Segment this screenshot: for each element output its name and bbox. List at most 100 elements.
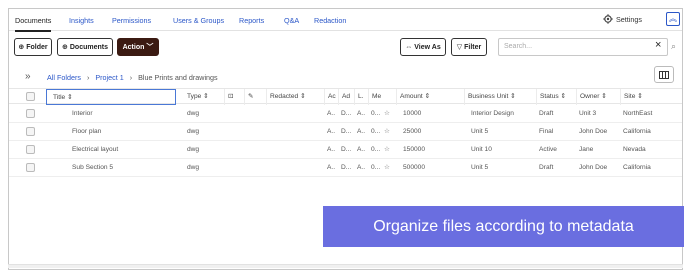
- search-icon[interactable]: ⌕: [671, 41, 676, 52]
- star-icon[interactable]: ☆: [381, 105, 395, 123]
- settings-button[interactable]: Settings: [603, 14, 642, 24]
- tab-permissions[interactable]: Permissions: [112, 16, 151, 25]
- column-me[interactable]: Me: [368, 89, 396, 105]
- add-documents-button[interactable]: ⊕ Documents: [57, 38, 113, 56]
- cell-type: dwg: [187, 110, 200, 117]
- cell-type: dwg: [187, 164, 200, 171]
- add-folder-button[interactable]: ⊕ Folder: [14, 38, 52, 56]
- search-input[interactable]: Search...: [498, 38, 668, 56]
- column-redacted[interactable]: Redacted ⇕: [266, 89, 324, 105]
- cell-title[interactable]: Interior: [69, 105, 179, 123]
- filter-icon: ▽: [456, 44, 463, 51]
- cell-l: A..: [357, 110, 366, 117]
- cell-ac: A..: [327, 146, 336, 153]
- row-checkbox[interactable]: [26, 109, 35, 118]
- table-row[interactable]: Sub Section 5 dwg A.. D... A.. 0... ☆ 50…: [9, 159, 682, 177]
- tab-users-groups[interactable]: Users & Groups: [173, 16, 224, 25]
- column-owner-label: Owner: [580, 93, 600, 100]
- add-folder-label: Folder: [26, 43, 48, 51]
- cell-status: Active: [539, 146, 557, 153]
- star-icon[interactable]: ☆: [381, 159, 395, 177]
- breadcrumb: All Folders › Project 1 › Blue Prints an…: [47, 73, 218, 82]
- collapse-button[interactable]: ︽: [666, 12, 680, 26]
- column-business-unit[interactable]: Business Unit ⇕: [464, 89, 536, 105]
- tab-reports[interactable]: Reports: [239, 16, 264, 25]
- sort-icon: ⇕: [560, 93, 567, 100]
- feature-banner: Organize files according to metadata: [323, 206, 684, 247]
- horizontal-scrollbar[interactable]: [8, 264, 683, 268]
- tab-documents[interactable]: Documents: [15, 16, 52, 32]
- cell-me: 0...: [371, 128, 381, 135]
- cell-ac: A..: [327, 110, 336, 117]
- columns-icon: [659, 70, 669, 79]
- cell-site: NorthEast: [623, 110, 653, 117]
- table-row[interactable]: Interior dwg A.. D... A.. 0... ☆ 10000 I…: [9, 105, 682, 123]
- cell-type: dwg: [187, 146, 200, 153]
- link-icon: ⇔: [405, 43, 413, 51]
- double-chevron-up-icon: ︽: [669, 14, 677, 23]
- top-nav: Documents Insights Permissions Users & G…: [9, 9, 682, 32]
- select-all-checkbox[interactable]: [26, 92, 35, 101]
- tab-qa[interactable]: Q&A: [284, 16, 299, 25]
- chevron-right-icon: ›: [129, 73, 133, 82]
- sort-icon: ⇕: [637, 93, 643, 100]
- row-checkbox[interactable]: [26, 127, 35, 136]
- row-checkbox[interactable]: [26, 163, 35, 172]
- app-frame: Documents Insights Permissions Users & G…: [8, 8, 684, 270]
- cell-l: A..: [357, 146, 366, 153]
- sort-icon: ⇕: [67, 94, 73, 101]
- gear-icon: [603, 14, 613, 24]
- lock-icon: ⊡: [228, 93, 234, 100]
- action-label: Action: [122, 43, 145, 51]
- column-title[interactable]: Title ⇕: [46, 89, 176, 105]
- cell-me: 0...: [371, 146, 381, 153]
- expand-sidebar-icon[interactable]: »: [25, 71, 31, 82]
- column-owner[interactable]: Owner ⇕: [576, 89, 620, 105]
- star-icon[interactable]: ☆: [381, 141, 395, 159]
- cell-site: California: [623, 128, 651, 135]
- cell-ad: D...: [341, 164, 352, 171]
- column-ad[interactable]: Ad: [338, 89, 354, 105]
- settings-label: Settings: [616, 14, 642, 24]
- column-amount[interactable]: Amount ⇕: [396, 89, 464, 105]
- column-site-label: Site: [624, 93, 636, 100]
- column-site[interactable]: Site ⇕: [620, 89, 684, 105]
- column-type-label: Type: [187, 93, 202, 100]
- table-header: Title ⇕ Type ⇕ ⊡ ✎ Redacted ⇕ Ac Ad L. M…: [9, 88, 684, 105]
- cell-ad: D...: [341, 110, 352, 117]
- cell-business-unit: Unit 5: [471, 164, 489, 171]
- chevron-right-icon: ›: [86, 73, 90, 82]
- sort-icon: ⇕: [601, 93, 607, 100]
- chevron-down-icon: ﹀: [146, 44, 154, 51]
- breadcrumb-all-folders[interactable]: All Folders: [47, 73, 81, 82]
- tab-redaction[interactable]: Redaction: [314, 16, 346, 25]
- column-checkout[interactable]: ⊡: [224, 89, 244, 105]
- cell-me: 0...: [371, 164, 381, 171]
- cell-business-unit: Interior Design: [471, 110, 514, 117]
- column-business-unit-label: Business Unit: [468, 93, 509, 100]
- cell-amount: 10000: [403, 110, 422, 117]
- table-row[interactable]: Electrical layout dwg A.. D... A.. 0... …: [9, 141, 682, 159]
- cell-title[interactable]: Sub Section 5: [69, 159, 179, 177]
- cell-business-unit: Unit 5: [471, 128, 489, 135]
- row-checkbox[interactable]: [26, 145, 35, 154]
- column-ac[interactable]: Ac: [324, 89, 338, 105]
- sort-icon: ⇕: [510, 93, 516, 100]
- clear-search-icon[interactable]: ×: [655, 39, 661, 51]
- plus-circle-icon: ⊕: [18, 44, 25, 51]
- column-edit[interactable]: ✎: [244, 89, 266, 105]
- column-status[interactable]: Status ⇕: [536, 89, 576, 105]
- tab-insights[interactable]: Insights: [69, 16, 94, 25]
- view-as-button[interactable]: ⇔ View As: [400, 38, 446, 56]
- breadcrumb-project[interactable]: Project 1: [95, 73, 123, 82]
- star-icon[interactable]: ☆: [381, 123, 395, 141]
- column-l[interactable]: L.: [354, 89, 368, 105]
- column-type[interactable]: Type ⇕: [184, 89, 224, 105]
- column-settings-button[interactable]: [654, 66, 674, 83]
- cell-title[interactable]: Floor plan: [69, 123, 179, 141]
- action-button[interactable]: Action ﹀: [117, 38, 159, 56]
- table-row[interactable]: Floor plan dwg A.. D... A.. 0... ☆ 25000…: [9, 123, 682, 141]
- cell-site: California: [623, 164, 651, 171]
- filter-button[interactable]: ▽ Filter: [451, 38, 487, 56]
- cell-title[interactable]: Electrical layout: [69, 141, 179, 159]
